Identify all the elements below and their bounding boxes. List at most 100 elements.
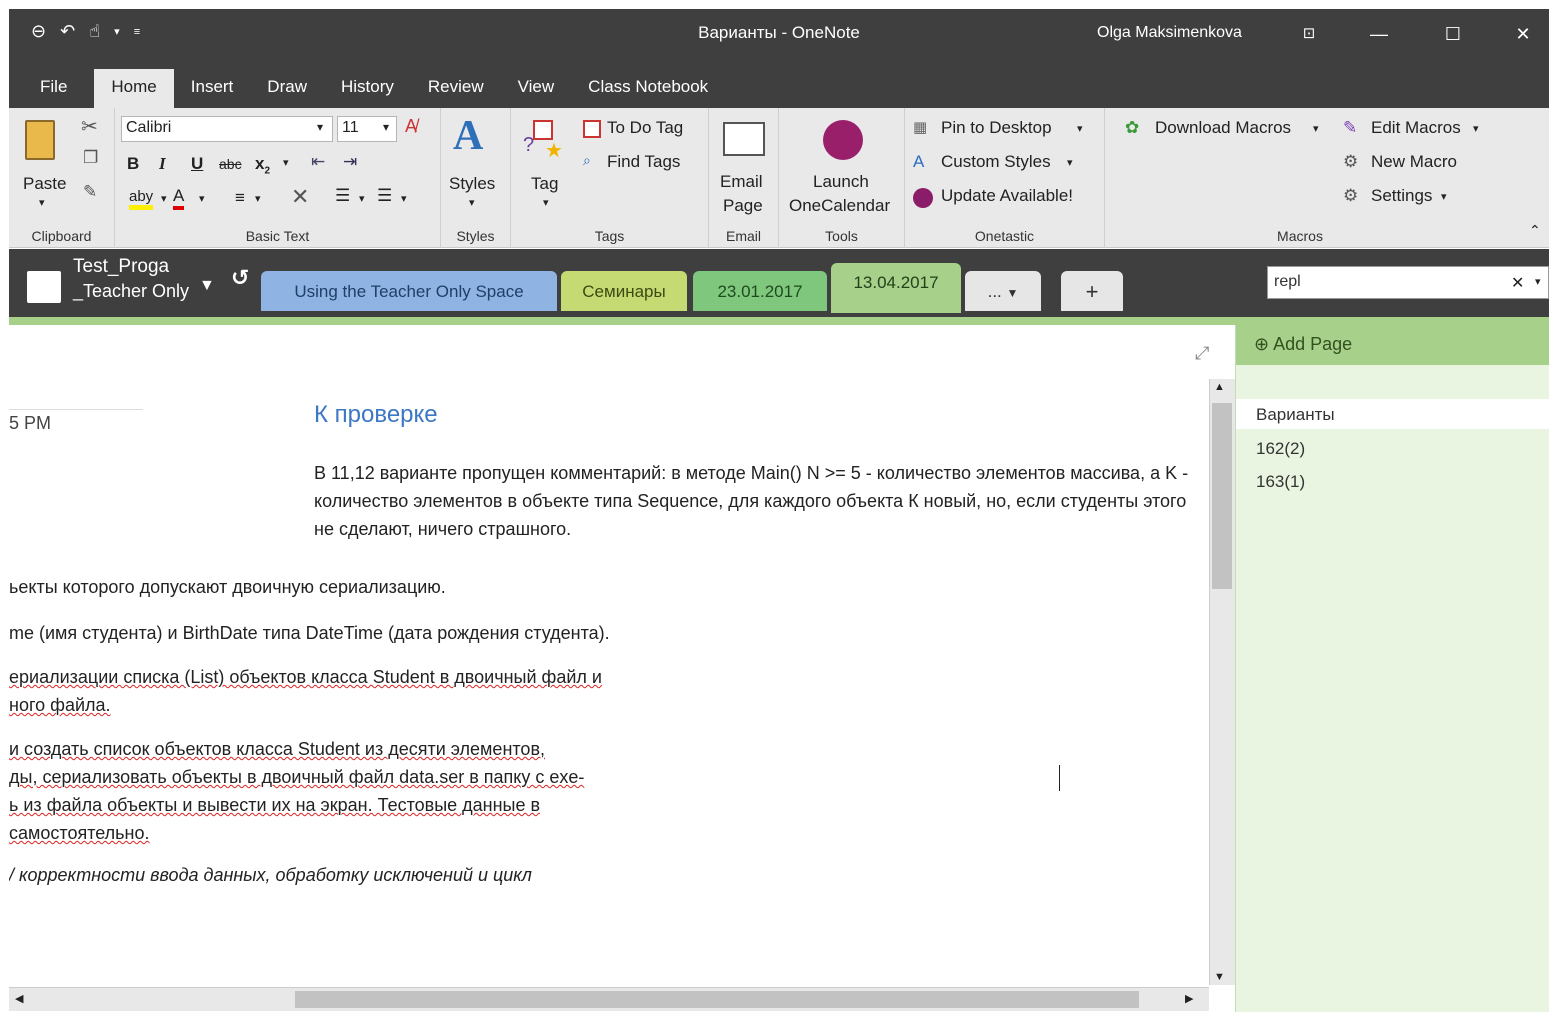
tab-draw[interactable]: Draw xyxy=(250,69,324,108)
expand-icon[interactable]: ⤢ xyxy=(1195,343,1209,364)
onecalendar-icon[interactable] xyxy=(823,120,863,160)
download-macros-button[interactable]: Download Macros xyxy=(1155,118,1291,138)
star-icon[interactable]: ★ xyxy=(545,138,563,163)
text-line-5[interactable]: и создать список объектов класса Student… xyxy=(9,739,545,760)
subscript-icon[interactable]: x2 xyxy=(255,154,270,176)
chevron-down-icon[interactable]: ▾ xyxy=(1535,275,1541,288)
text-line-7[interactable]: ь из файла объекты и вывести их на экран… xyxy=(9,795,540,816)
tag-checkbox-icon[interactable] xyxy=(533,120,553,140)
launch-onecalendar-line2[interactable]: OneCalendar xyxy=(789,196,890,216)
chevron-down-icon[interactable]: ▾ xyxy=(1313,122,1319,135)
scroll-left-icon[interactable]: ◀ xyxy=(15,992,23,1005)
chevron-down-icon[interactable]: ▾ xyxy=(317,120,323,134)
notebook-name[interactable]: Test_Proga _Teacher Only xyxy=(73,255,189,303)
chevron-down-icon[interactable]: ▾ xyxy=(469,196,475,209)
section-tab-seminars[interactable]: Семинары xyxy=(561,271,687,311)
scroll-down-icon[interactable]: ▼ xyxy=(1214,971,1225,983)
text-line-8[interactable]: самостоятельно. xyxy=(9,823,149,844)
tab-review[interactable]: Review xyxy=(411,69,501,108)
styles-icon[interactable]: A xyxy=(453,112,483,160)
chevron-down-icon[interactable]: ▾ xyxy=(1441,190,1447,203)
maximize-button[interactable]: ☐ xyxy=(1435,19,1471,49)
minimize-button[interactable]: — xyxy=(1361,19,1397,49)
tab-home[interactable]: Home xyxy=(94,69,174,108)
tab-history[interactable]: History xyxy=(324,69,411,108)
page-title[interactable]: К проверке xyxy=(314,401,438,429)
text-line-3[interactable]: ериализации списка (List) объектов класс… xyxy=(9,667,602,688)
page-item-variants[interactable]: Варианты xyxy=(1256,405,1335,425)
font-name-combo[interactable]: Calibri xyxy=(121,116,333,142)
italic-icon[interactable]: I xyxy=(159,154,166,174)
page-item-162[interactable]: 162(2) xyxy=(1256,439,1305,459)
copy-icon[interactable]: ❐ xyxy=(83,148,98,168)
user-account[interactable]: Olga Maksimenkova xyxy=(1097,24,1242,42)
section-tab-23-01-2017[interactable]: 23.01.2017 xyxy=(693,271,827,311)
clear-formatting-icon[interactable]: A̸ xyxy=(405,116,417,137)
custom-styles-icon[interactable]: A xyxy=(913,152,924,172)
chevron-down-icon[interactable]: ▾ xyxy=(161,192,167,205)
edit-macros-button[interactable]: Edit Macros xyxy=(1371,118,1461,138)
note-paragraph[interactable]: В 11,12 варианте пропущен комментарий: в… xyxy=(314,459,1204,543)
edit-macros-icon[interactable]: ✎ xyxy=(1343,118,1357,138)
chevron-down-icon[interactable]: ▾ xyxy=(283,156,289,169)
settings-button[interactable]: Settings xyxy=(1371,186,1432,206)
ribbon-display-options-icon[interactable]: ⊡ xyxy=(1291,19,1327,49)
underline-icon[interactable]: U xyxy=(191,154,203,174)
text-line-2[interactable]: me (имя студента) и BirthDate типа DateT… xyxy=(9,623,610,644)
update-available-button[interactable]: Update Available! xyxy=(941,186,1073,206)
chevron-down-icon[interactable]: ▾ xyxy=(39,196,45,209)
tab-insert[interactable]: Insert xyxy=(174,69,251,108)
todo-tag-button[interactable]: To Do Tag xyxy=(607,118,683,138)
vertical-scrollbar[interactable]: ▲ ▼ xyxy=(1209,379,1235,985)
highlight-icon[interactable]: aby xyxy=(129,188,154,210)
email-page-line1[interactable]: Email xyxy=(720,172,763,192)
page-item-163[interactable]: 163(1) xyxy=(1256,472,1305,492)
new-macro-button[interactable]: New Macro xyxy=(1371,152,1457,172)
chevron-down-icon[interactable]: ▾ xyxy=(359,192,365,205)
section-tab-teacher-only[interactable]: Using the Teacher Only Space xyxy=(261,271,557,311)
download-macros-icon[interactable]: ✿ xyxy=(1125,118,1139,138)
find-tags-icon[interactable]: ⌕ xyxy=(583,152,591,169)
tab-file[interactable]: File xyxy=(23,69,84,108)
tab-class-notebook[interactable]: Class Notebook xyxy=(571,69,725,108)
chevron-down-icon[interactable]: ▾ xyxy=(1067,156,1073,169)
increase-indent-icon[interactable]: ⇥ xyxy=(343,152,357,172)
text-line-4[interactable]: ного файла. xyxy=(9,695,111,716)
collapse-ribbon-icon[interactable]: ⌃ xyxy=(1529,222,1541,239)
new-macro-icon[interactable]: ⚙ xyxy=(1343,152,1358,172)
section-tab-13-04-2017[interactable]: 13.04.2017 xyxy=(831,263,961,313)
launch-onecalendar-line1[interactable]: Launch xyxy=(813,172,869,192)
bold-icon[interactable]: B xyxy=(127,154,139,174)
cut-icon[interactable]: ✂ xyxy=(81,114,98,139)
format-painter-icon[interactable]: ✎ xyxy=(83,182,97,202)
scroll-thumb[interactable] xyxy=(295,991,1139,1008)
chevron-down-icon[interactable]: ▾ xyxy=(1077,122,1083,135)
chevron-down-icon[interactable]: ▾ xyxy=(255,192,261,205)
chevron-down-icon[interactable]: ▾ xyxy=(543,196,549,209)
add-section-button[interactable]: + xyxy=(1061,271,1123,311)
styles-button[interactable]: Styles xyxy=(449,174,495,194)
settings-icon[interactable]: ⚙ xyxy=(1343,186,1358,206)
chevron-down-icon[interactable]: ▼ xyxy=(199,277,215,295)
paste-button[interactable]: Paste xyxy=(23,174,66,194)
paste-icon[interactable] xyxy=(25,120,55,160)
chevron-down-icon[interactable]: ▾ xyxy=(401,192,407,205)
scroll-thumb[interactable] xyxy=(1212,403,1232,589)
email-page-line2[interactable]: Page xyxy=(723,196,763,216)
chevron-down-icon[interactable]: ▾ xyxy=(383,120,389,134)
numbering-icon[interactable]: ☰ xyxy=(377,186,392,206)
font-color-icon[interactable]: A xyxy=(173,186,185,210)
pin-to-desktop-button[interactable]: Pin to Desktop xyxy=(941,118,1052,138)
text-line-1[interactable]: ьекты которого допускают двоичную сериал… xyxy=(9,577,446,598)
text-line-9[interactable]: / корректности ввода данных, обработку и… xyxy=(9,865,532,886)
find-tags-button[interactable]: Find Tags xyxy=(607,152,680,172)
clear-search-icon[interactable]: ✕ xyxy=(1511,273,1524,293)
horizontal-scrollbar[interactable]: ◀ ▶ xyxy=(9,987,1209,1011)
tag-button[interactable]: Tag xyxy=(531,174,558,194)
decrease-indent-icon[interactable]: ⇤ xyxy=(311,152,325,172)
chevron-down-icon[interactable]: ▾ xyxy=(199,192,205,205)
tab-view[interactable]: View xyxy=(501,69,572,108)
search-input[interactable]: repl xyxy=(1267,266,1549,299)
chevron-down-icon[interactable]: ▾ xyxy=(1473,122,1479,135)
align-icon[interactable]: ≡ xyxy=(235,188,245,208)
